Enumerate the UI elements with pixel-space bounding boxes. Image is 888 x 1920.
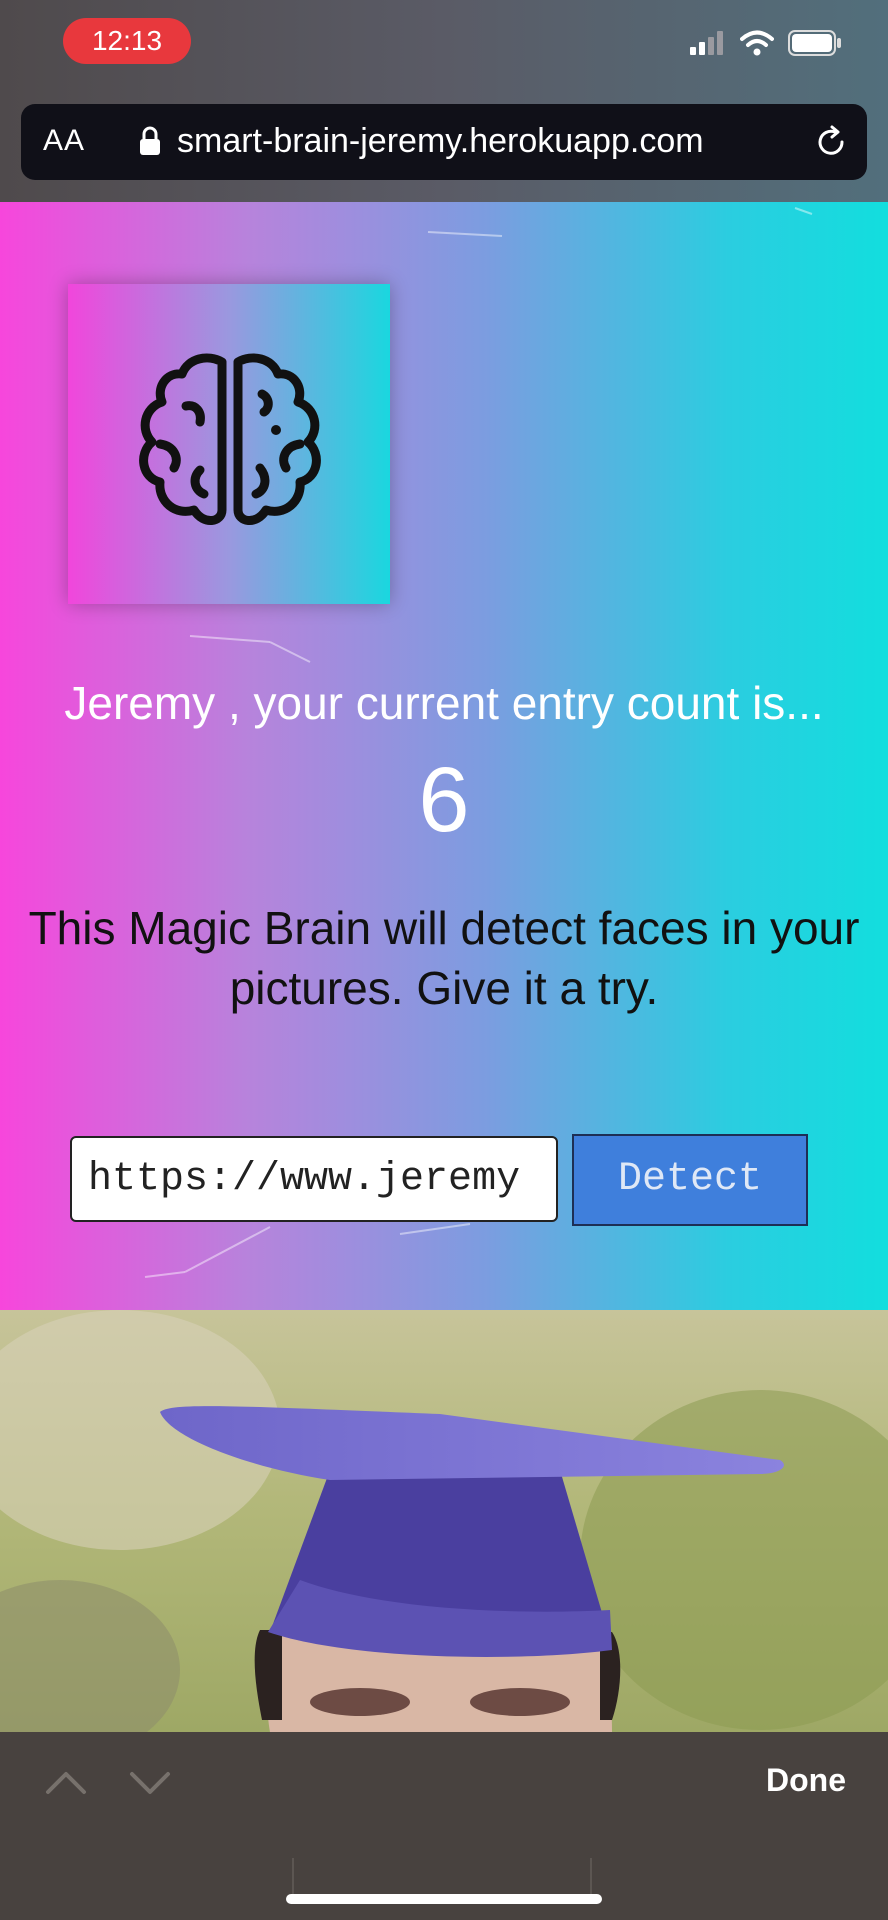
- logo-card: [68, 284, 390, 604]
- chevron-up-icon[interactable]: [44, 1768, 88, 1803]
- text-size-button[interactable]: AA: [43, 124, 85, 158]
- reload-icon[interactable]: [813, 124, 849, 165]
- graduate-photo: [0, 1310, 888, 1732]
- app-description: This Magic Brain will detect faces in yo…: [28, 902, 860, 1014]
- browser-chrome: 12:13 AA smart-brain-jeremy.herokuapp.co…: [0, 0, 888, 202]
- entry-count-value: 6: [418, 749, 470, 851]
- done-button[interactable]: Done: [766, 1762, 846, 1799]
- toolbar-divider: [292, 1858, 294, 1898]
- home-indicator[interactable]: [286, 1894, 602, 1904]
- signal-icon: [690, 30, 726, 60]
- status-icons: [690, 29, 842, 61]
- chevron-down-icon[interactable]: [128, 1768, 172, 1803]
- lock-icon: [139, 126, 161, 161]
- url-text[interactable]: smart-brain-jeremy.herokuapp.com: [177, 122, 704, 161]
- image-url-input[interactable]: https://www.jeremy: [70, 1136, 558, 1222]
- toolbar-divider: [590, 1858, 592, 1898]
- status-time: 12:13: [63, 18, 191, 64]
- face-detection-image: [0, 1310, 888, 1732]
- detect-button[interactable]: Detect: [572, 1134, 808, 1226]
- smart-brain-app: Jeremy , your current entry count is... …: [0, 202, 888, 1310]
- entry-count-greeting: Jeremy , your current entry count is...: [64, 677, 824, 729]
- wifi-icon: [740, 30, 774, 61]
- battery-icon: [788, 29, 842, 61]
- find-toolbar: Done: [0, 1732, 888, 1920]
- address-bar[interactable]: AA smart-brain-jeremy.herokuapp.com: [21, 104, 867, 180]
